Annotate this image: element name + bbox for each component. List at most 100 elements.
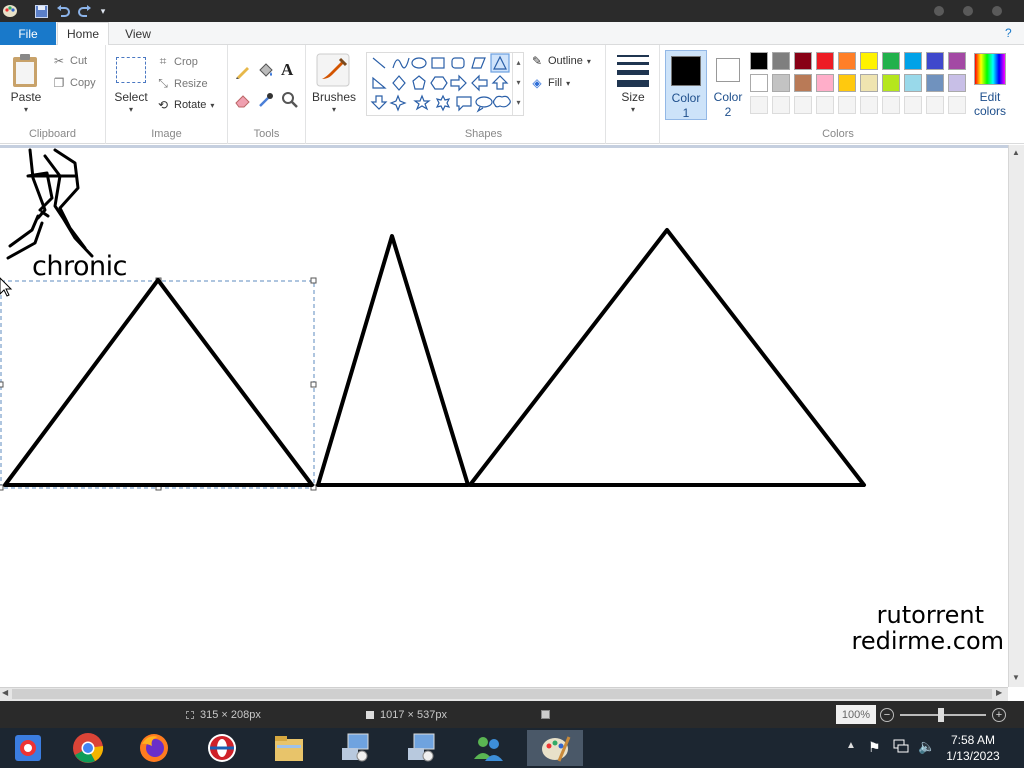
taskbar-app-file-explorer[interactable]	[261, 730, 317, 766]
outline-button[interactable]: ✎ Outline ▾	[530, 54, 591, 68]
color2-button[interactable]: Color 2	[710, 50, 746, 120]
zoom-slider[interactable]: − +	[880, 701, 1022, 728]
crop-button[interactable]: ⌗ Crop	[156, 54, 198, 69]
color-picker-icon[interactable]	[257, 91, 275, 109]
palette-swatch[interactable]	[794, 74, 812, 92]
palette-swatch[interactable]	[882, 74, 900, 92]
palette-swatch[interactable]	[860, 52, 878, 70]
copy-button[interactable]: ❐ Copy	[52, 76, 96, 90]
vertical-scrollbar[interactable]: ▲ ▼	[1008, 145, 1024, 687]
custom-color-slot[interactable]	[860, 96, 878, 114]
zoom-out-icon[interactable]: −	[880, 707, 894, 722]
select-icon[interactable]	[116, 57, 146, 83]
size-icon[interactable]	[617, 55, 649, 87]
taskbar-app-people[interactable]	[460, 730, 516, 766]
palette-swatch[interactable]	[750, 52, 768, 70]
taskbar-app-firefox[interactable]	[126, 730, 182, 766]
eraser-icon[interactable]	[234, 91, 252, 109]
close-button[interactable]	[992, 6, 1002, 16]
taskbar-app-chrome-remote[interactable]	[0, 730, 56, 766]
palette-swatch[interactable]	[816, 74, 834, 92]
taskbar-app-paint[interactable]	[527, 730, 583, 766]
selection-rectangle[interactable]	[0, 277, 317, 491]
custom-color-slot[interactable]	[926, 96, 944, 114]
show-hidden-icons-icon[interactable]: ▲	[846, 740, 856, 751]
cut-button[interactable]: ✂ Cut	[52, 54, 87, 68]
custom-color-slot[interactable]	[816, 96, 834, 114]
fill-bucket-icon[interactable]	[257, 62, 275, 80]
zoom-in-icon[interactable]: +	[992, 707, 1006, 722]
custom-color-slot[interactable]	[838, 96, 856, 114]
paste-dropdown-icon[interactable]: ▾	[8, 105, 44, 114]
palette-swatch[interactable]	[860, 74, 878, 92]
palette-swatch[interactable]	[926, 74, 944, 92]
select-dropdown-icon[interactable]: ▾	[112, 105, 150, 114]
palette-swatch[interactable]	[772, 74, 790, 92]
scroll-left-icon[interactable]: ◀	[2, 688, 8, 697]
taskbar-app-network-setup-2[interactable]	[394, 730, 450, 766]
tab-file[interactable]: File	[0, 22, 56, 45]
horizontal-scroll-thumb[interactable]	[12, 689, 992, 699]
brushes-button[interactable]	[316, 53, 350, 87]
custom-color-slot[interactable]	[948, 96, 966, 114]
scroll-right-icon[interactable]: ▶	[996, 688, 1002, 697]
magnifier-icon[interactable]	[281, 91, 299, 109]
palette-swatch[interactable]	[816, 52, 834, 70]
volume-icon[interactable]: 🔈	[918, 738, 935, 755]
scroll-up-icon[interactable]: ▲	[1012, 148, 1020, 157]
pencil-icon[interactable]	[234, 62, 252, 80]
tab-view[interactable]: View	[112, 22, 164, 45]
customize-qa-icon[interactable]: ▾	[97, 3, 109, 19]
network-icon[interactable]	[893, 739, 909, 753]
custom-color-slot[interactable]	[882, 96, 900, 114]
horizontal-scrollbar[interactable]: ◀ ▶	[0, 687, 1008, 701]
system-clock[interactable]: 7:58 AM 1/13/2023	[938, 732, 1008, 764]
edit-colors-label[interactable]: Edit	[970, 90, 1010, 104]
minimize-button[interactable]	[934, 6, 944, 16]
palette-swatch[interactable]	[772, 52, 790, 70]
zoom-thumb[interactable]	[938, 707, 944, 722]
undo-icon[interactable]	[55, 3, 71, 19]
palette-swatch[interactable]	[904, 74, 922, 92]
palette-swatch[interactable]	[838, 74, 856, 92]
palette-swatch[interactable]	[882, 52, 900, 70]
custom-color-slot[interactable]	[772, 96, 790, 114]
help-icon[interactable]: ?	[1005, 25, 1012, 41]
redo-icon[interactable]	[77, 3, 93, 19]
brushes-dropdown-icon[interactable]: ▾	[306, 105, 362, 114]
custom-color-slot[interactable]	[794, 96, 812, 114]
taskbar-app-opera[interactable]	[194, 730, 250, 766]
fill-button[interactable]: ◈ Fill ▾	[530, 76, 570, 90]
brushes-label[interactable]: Brushes	[306, 90, 362, 104]
taskbar-app-network-setup[interactable]	[328, 730, 384, 766]
taskbar-app-chrome[interactable]	[60, 730, 116, 766]
paste-label[interactable]: Paste	[8, 90, 44, 104]
save-icon[interactable]	[33, 3, 49, 19]
palette-swatch[interactable]	[904, 52, 922, 70]
tab-home[interactable]: Home	[57, 22, 109, 46]
custom-color-slot[interactable]	[904, 96, 922, 114]
scroll-down-icon[interactable]: ▼	[1012, 673, 1020, 682]
custom-color-slot[interactable]	[750, 96, 768, 114]
palette-swatch[interactable]	[948, 52, 966, 70]
palette-swatch[interactable]	[838, 52, 856, 70]
shapes-gallery-icons[interactable]	[367, 53, 523, 115]
drawing-canvas[interactable]: chronic rutorrent redirme.com	[0, 148, 1008, 687]
maximize-button[interactable]	[963, 6, 973, 16]
color1-button[interactable]: Color 1	[665, 50, 707, 120]
size-dropdown-icon[interactable]: ▾	[606, 105, 660, 114]
size-label[interactable]: Size	[606, 90, 660, 104]
action-center-flag-icon[interactable]: ⚑	[868, 739, 881, 756]
rotate-button[interactable]: ⟲ Rotate ▾	[156, 98, 214, 112]
paste-button[interactable]	[10, 53, 42, 93]
palette-swatch[interactable]	[926, 52, 944, 70]
palette-swatch[interactable]	[948, 74, 966, 92]
zoom-track[interactable]	[900, 707, 986, 722]
select-label[interactable]: Select	[112, 90, 150, 104]
edit-colors-label-2[interactable]: colors	[970, 104, 1010, 118]
palette-swatch[interactable]	[794, 52, 812, 70]
paint-app-icon[interactable]	[2, 3, 18, 19]
text-tool-icon[interactable]: A	[281, 60, 299, 80]
palette-swatch[interactable]	[750, 74, 768, 92]
shapes-gallery-scroll[interactable]: ▴ ▾ ▾	[512, 53, 524, 115]
